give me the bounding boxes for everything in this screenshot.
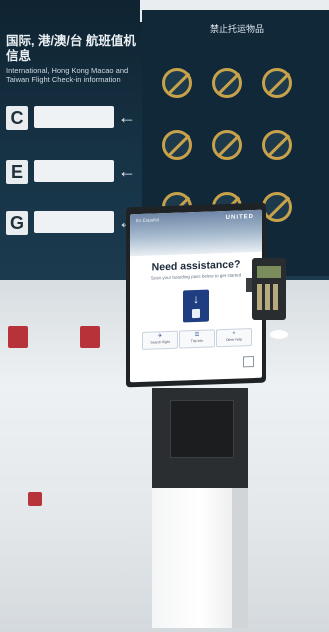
- gate-letter: G: [6, 211, 28, 235]
- prohibited-icon: [162, 130, 192, 160]
- card-reader[interactable]: [252, 258, 286, 320]
- airline-logo: [34, 106, 114, 128]
- option-label: Search flight: [150, 339, 170, 345]
- brand-logo: UNITED: [225, 213, 254, 221]
- other-help-button[interactable]: + Other help: [216, 328, 252, 348]
- board-subtitle: International, Hong Kong Macao and Taiwa…: [6, 66, 129, 84]
- gate-row-e: E ←: [4, 158, 142, 188]
- kiosk-printer-slot: [170, 400, 234, 458]
- prohibited-icon: [262, 68, 292, 98]
- language-toggle[interactable]: En Español: [136, 217, 159, 223]
- option-label: Trip info: [190, 338, 204, 344]
- prohibited-title: 禁止托运物品: [209, 24, 264, 34]
- arrow-left-icon: ←: [118, 161, 136, 181]
- boarding-pass-icon: [192, 308, 200, 319]
- fire-alarm-box: [80, 326, 100, 348]
- fire-alarm-box: [8, 326, 28, 348]
- gate-row-g: G ←: [4, 209, 142, 239]
- card-reader-keypad[interactable]: [257, 284, 281, 310]
- option-label: Other help: [225, 337, 243, 342]
- prohibited-icon: [262, 130, 292, 160]
- scan-boarding-pass-button[interactable]: ↓: [183, 289, 209, 323]
- search-flight-button[interactable]: ✈ Search flight: [142, 330, 178, 350]
- airport-scene: 国际, 港/澳/台 航班值机信息 International, Hong Kon…: [0, 0, 329, 632]
- kiosk-stand-side: [232, 488, 248, 628]
- board-title: 国际, 港/澳/台 航班值机信息: [6, 34, 136, 63]
- prohibited-icon: [262, 192, 292, 222]
- airline-logo: [34, 211, 114, 233]
- prohibited-icon: [212, 68, 242, 98]
- prohibited-icon: [212, 130, 242, 160]
- airline-logo: [34, 160, 114, 182]
- arrow-left-icon: ←: [118, 107, 136, 127]
- screen-banner: En Español UNITED: [130, 209, 262, 257]
- kiosk-screen[interactable]: En Español UNITED Need assistance? Scan …: [130, 209, 262, 383]
- checkin-info-panel: 国际, 港/澳/台 航班值机信息 International, Hong Kon…: [4, 4, 136, 274]
- kiosk-instructions: Scan your boarding pass below to get sta…: [150, 272, 242, 281]
- card-reader-display: [257, 266, 281, 278]
- gate-letter: C: [6, 106, 28, 130]
- gate-row-c: C ←: [4, 104, 142, 134]
- qr-code-icon: [243, 355, 254, 368]
- trip-info-button[interactable]: ☰ Trip info: [179, 329, 215, 349]
- prohibited-icon: [162, 68, 192, 98]
- fire-alarm-box: [28, 492, 42, 506]
- ceiling-light: [270, 330, 288, 339]
- arrow-down-icon: ↓: [193, 291, 199, 307]
- gate-letter: E: [6, 160, 28, 184]
